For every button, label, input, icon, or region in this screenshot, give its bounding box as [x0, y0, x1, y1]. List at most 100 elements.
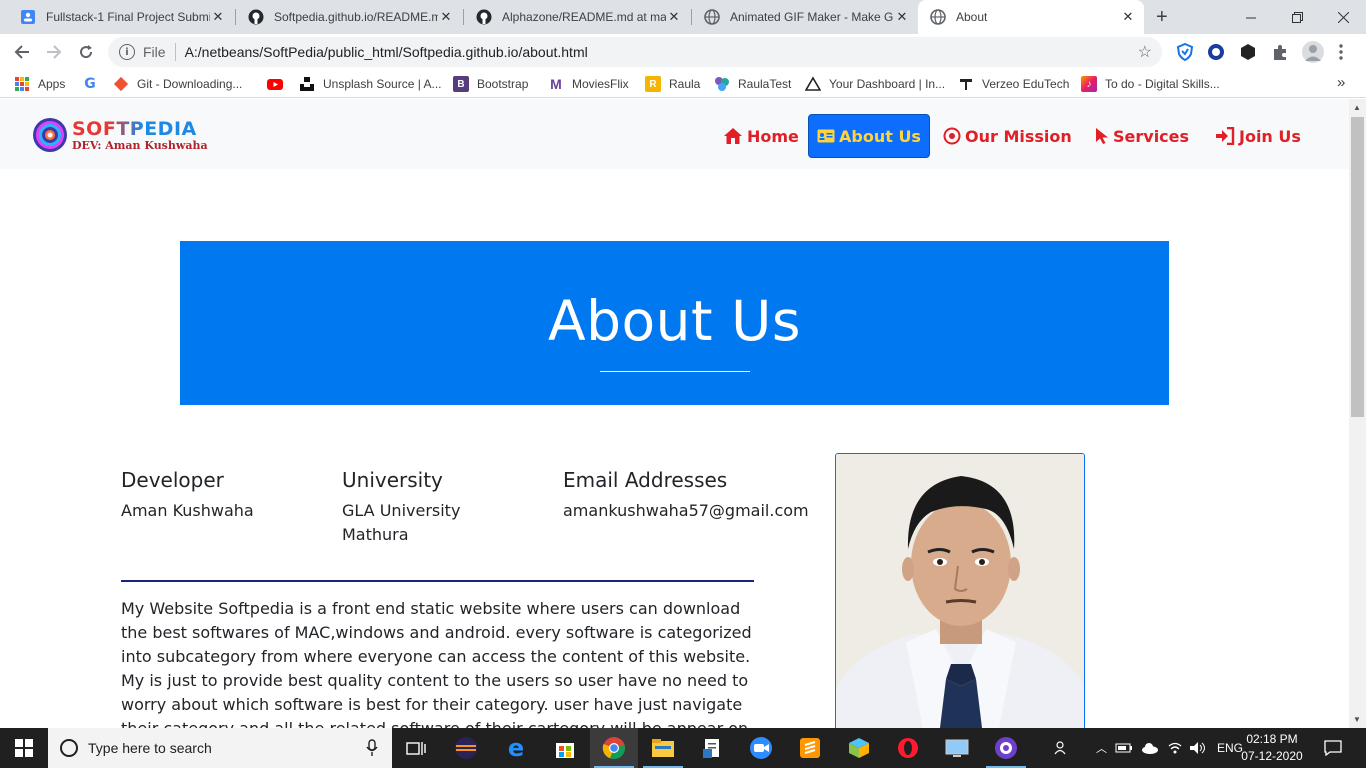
bookmark-moviesflix[interactable]: M MoviesFlix	[548, 76, 629, 92]
home-icon	[723, 127, 743, 145]
bookmark-raula[interactable]: R Raula	[645, 76, 700, 92]
bookmark-apps[interactable]: Apps	[14, 76, 65, 92]
bootstrap-icon: B	[453, 76, 469, 92]
nav-services[interactable]: Services	[1095, 114, 1189, 158]
nav-label: Our Mission	[965, 126, 1072, 146]
taskbar-app-cube[interactable]	[835, 728, 883, 768]
bookmark-label: Apps	[38, 77, 66, 91]
bookmark-bootstrap[interactable]: B Bootstrap	[453, 76, 528, 92]
close-window-button[interactable]	[1320, 0, 1366, 34]
chevron-up-icon[interactable]: ︿	[1096, 740, 1107, 756]
browser-toolbar: i File A:/netbeans/SoftPedia/public_html…	[0, 34, 1366, 70]
info-heading: Email Addresses	[563, 468, 728, 492]
action-center-button[interactable]	[1310, 728, 1356, 768]
git-icon	[113, 76, 129, 92]
address-url[interactable]: A:/netbeans/SoftPedia/public_html/Softpe…	[185, 44, 588, 60]
page-scrollbar[interactable]: ▲ ▼	[1349, 99, 1366, 728]
bookmark-label: Unsplash Source | A...	[323, 77, 442, 91]
wifi-icon[interactable]	[1167, 741, 1183, 755]
taskbar-app-store[interactable]	[541, 728, 589, 768]
store-icon	[556, 743, 574, 758]
swirl-logo-icon	[33, 118, 67, 152]
restore-button[interactable]	[1274, 0, 1320, 34]
browser-tab[interactable]: Softpedia.github.io/README.m ✕	[236, 0, 462, 34]
section-divider	[121, 580, 754, 582]
bookmark-verzeo[interactable]: Verzeo EduTech	[958, 76, 1069, 92]
unsplash-icon	[300, 77, 314, 91]
bookmarks-overflow-button[interactable]: »	[1337, 74, 1345, 91]
moviesflix-icon: M	[550, 76, 562, 92]
nav-join-us[interactable]: Join Us	[1215, 114, 1301, 158]
taskbar-app-github-desktop[interactable]	[982, 728, 1030, 768]
email-info: Email Addresses amankushwaha57@gmail.com	[563, 468, 823, 523]
microphone-icon[interactable]	[366, 739, 378, 757]
shield-extension-icon[interactable]	[1176, 42, 1194, 62]
info-heading: Developer	[121, 468, 224, 492]
volume-icon[interactable]	[1189, 741, 1207, 755]
taskbar-app-explorer[interactable]	[639, 728, 687, 768]
bookmark-google[interactable]: G	[82, 76, 106, 92]
close-tab-icon[interactable]: ✕	[438, 9, 454, 25]
profile-avatar-icon[interactable]	[1302, 41, 1324, 63]
nav-home[interactable]: Home	[723, 114, 799, 158]
developer-photo	[835, 453, 1085, 728]
close-tab-icon[interactable]: ✕	[666, 9, 682, 25]
cloud-icon[interactable]	[1141, 742, 1159, 754]
people-icon[interactable]	[1054, 740, 1070, 756]
browser-tab[interactable]: Alphazone/README.md at ma ✕	[464, 0, 690, 34]
info-icon[interactable]: i	[119, 44, 135, 60]
bookmark-todo[interactable]: ♪ To do - Digital Skills...	[1081, 76, 1220, 92]
forward-arrow-icon	[47, 45, 62, 59]
puzzle-extensions-icon[interactable]	[1271, 43, 1289, 61]
menu-dots-icon[interactable]	[1338, 43, 1346, 61]
scrollbar-thumb[interactable]	[1351, 117, 1364, 417]
bookmark-raulatest[interactable]: RaulaTest	[714, 76, 791, 92]
developer-portrait-image	[836, 454, 1084, 728]
browser-tab[interactable]: Fullstack-1 Final Project Submi ✕	[8, 0, 234, 34]
bookmark-git[interactable]: Git - Downloading...	[113, 76, 242, 92]
nav-our-mission[interactable]: Our Mission	[943, 114, 1072, 158]
tab-title: Fullstack-1 Final Project Submi	[46, 10, 210, 24]
new-tab-button[interactable]: +	[1156, 6, 1168, 29]
bookmark-star-icon[interactable]: ☆	[1138, 42, 1152, 62]
taskbar-app-notepad[interactable]	[688, 728, 736, 768]
info-value[interactable]: amankushwaha57@gmail.com	[563, 499, 823, 523]
close-tab-icon[interactable]: ✕	[1120, 9, 1136, 25]
browser-tab-active[interactable]: About ✕	[918, 0, 1144, 34]
taskbar-app-screen[interactable]	[933, 728, 981, 768]
cube-extension-icon[interactable]	[1239, 43, 1257, 61]
globe-icon	[930, 9, 946, 25]
minimize-button[interactable]	[1228, 0, 1274, 34]
back-button[interactable]	[10, 40, 34, 64]
about-hero-banner: About Us	[180, 241, 1169, 405]
site-logo[interactable]: SOFTPEDIA DEV: Aman Kushwaha	[32, 117, 208, 153]
taskbar-app-sublime[interactable]	[786, 728, 834, 768]
taskbar-app-chrome[interactable]	[590, 728, 638, 768]
bookmark-dashboard[interactable]: Your Dashboard | In...	[805, 76, 945, 92]
address-bar[interactable]: i File A:/netbeans/SoftPedia/public_html…	[108, 37, 1162, 67]
extension-icon[interactable]	[1207, 43, 1225, 61]
reload-button[interactable]	[74, 40, 98, 64]
nav-about-us[interactable]: About Us	[808, 114, 930, 158]
about-paragraph: My Website Softpedia is a front end stat…	[121, 599, 752, 728]
forward-button[interactable]	[42, 40, 66, 64]
browser-tab[interactable]: Animated GIF Maker - Make G ✕	[692, 0, 918, 34]
bookmark-unsplash[interactable]: Unsplash Source | A...	[299, 76, 442, 92]
tab-title: Softpedia.github.io/README.m	[274, 10, 438, 24]
taskbar-app-eclipse[interactable]	[442, 728, 490, 768]
close-tab-icon[interactable]: ✕	[894, 9, 910, 25]
chrome-icon	[602, 737, 625, 760]
taskbar-app-zoom[interactable]	[737, 728, 785, 768]
close-tab-icon[interactable]: ✕	[210, 9, 226, 25]
sublime-icon	[800, 738, 820, 758]
nav-label: About Us	[839, 126, 921, 146]
taskbar-app-edge[interactable]: e	[492, 728, 540, 768]
folder-icon	[652, 739, 674, 757]
taskbar-clock[interactable]: 02:18 PM 07-12-2020	[1240, 731, 1304, 765]
taskbar-app-opera[interactable]	[884, 728, 932, 768]
taskbar-search[interactable]: Type here to search	[48, 728, 392, 768]
start-button[interactable]	[0, 728, 48, 768]
bookmark-youtube[interactable]	[267, 76, 291, 92]
battery-icon[interactable]	[1115, 742, 1133, 754]
task-view-button[interactable]	[392, 728, 440, 768]
